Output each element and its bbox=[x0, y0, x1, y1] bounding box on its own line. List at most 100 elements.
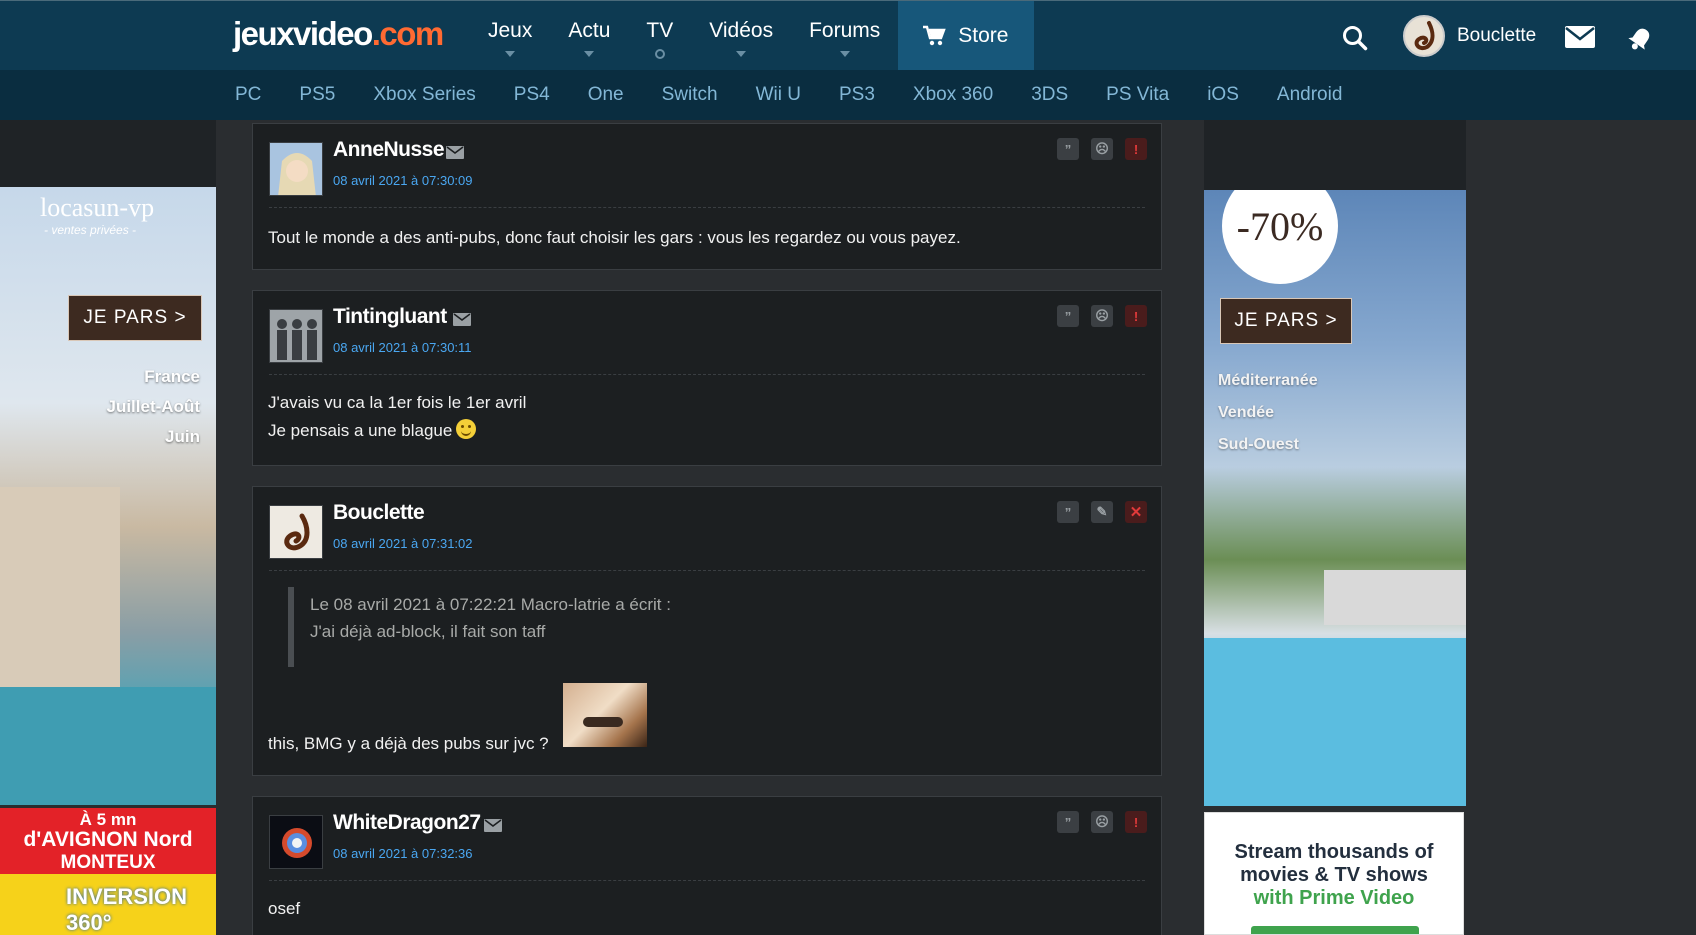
user-avatar[interactable] bbox=[1403, 15, 1445, 57]
report-user-button[interactable]: ☹ bbox=[1091, 305, 1113, 327]
nav-jeux[interactable]: Jeux bbox=[470, 1, 550, 71]
platform-android[interactable]: Android bbox=[1258, 84, 1362, 106]
platform-xbox-360[interactable]: Xbox 360 bbox=[894, 84, 1012, 106]
ad-text: d'AVIGNON Nord bbox=[23, 828, 193, 851]
ad-text: MONTEUX bbox=[60, 852, 156, 873]
platform-ps4[interactable]: PS4 bbox=[495, 84, 569, 106]
quote-button[interactable]: ” bbox=[1057, 501, 1079, 523]
ad-cta-button[interactable]: JE PARS > bbox=[1220, 298, 1352, 344]
silhouettes-avatar-icon bbox=[270, 310, 322, 362]
ad-banner-left[interactable]: locasun-vp - ventes privées - JE PARS > … bbox=[0, 187, 216, 805]
post-body: osef bbox=[268, 895, 300, 923]
nav-label: Vidéos bbox=[709, 19, 774, 42]
quote-button[interactable]: ” bbox=[1057, 811, 1079, 833]
alert-button[interactable]: ! bbox=[1125, 811, 1147, 833]
quote-header: Le 08 avril 2021 à 07:22:21 Macro-latrie… bbox=[310, 595, 671, 614]
nav-label: TV bbox=[646, 19, 674, 42]
post-author[interactable]: Tintingluant bbox=[333, 305, 447, 329]
mail-icon[interactable] bbox=[1564, 25, 1596, 49]
alert-button[interactable]: ! bbox=[1125, 138, 1147, 160]
ad-cta-button[interactable]: JE PARS > bbox=[68, 295, 202, 341]
nav-videos[interactable]: Vidéos bbox=[691, 1, 791, 71]
platform-3ds[interactable]: 3DS bbox=[1012, 84, 1087, 106]
ad-brand: locasun-vp bbox=[40, 193, 155, 222]
report-user-button[interactable]: ☹ bbox=[1091, 138, 1113, 160]
private-message-icon[interactable] bbox=[446, 146, 464, 159]
search-icon[interactable] bbox=[1342, 25, 1368, 51]
forum-post: Bouclette 08 avril 2021 à 07:31:02 ” ✎ ✕… bbox=[252, 486, 1162, 776]
post-avatar[interactable] bbox=[269, 142, 323, 196]
ad-cta-button[interactable] bbox=[1251, 926, 1419, 934]
alert-button[interactable]: ! bbox=[1125, 305, 1147, 327]
nav-label: Jeux bbox=[488, 19, 533, 42]
delete-button[interactable]: ✕ bbox=[1125, 501, 1147, 523]
ad-image-pool bbox=[1204, 638, 1466, 806]
forum-post: Tintingluant 08 avril 2021 à 07:30:11 ” … bbox=[252, 290, 1162, 466]
ad-text: Stream thousands of bbox=[1234, 841, 1434, 863]
edit-button[interactable]: ✎ bbox=[1091, 501, 1113, 523]
post-divider bbox=[269, 374, 1145, 375]
post-author[interactable]: WhiteDragon27 bbox=[333, 811, 481, 835]
notification-bell-icon[interactable] bbox=[1626, 25, 1654, 53]
post-avatar[interactable] bbox=[269, 815, 323, 869]
post-date[interactable]: 08 avril 2021 à 07:32:36 bbox=[333, 846, 473, 861]
platform-ps5[interactable]: PS5 bbox=[280, 84, 354, 106]
post-avatar[interactable] bbox=[269, 505, 323, 559]
post-text: Tout le monde a des anti-pubs, donc faut… bbox=[268, 228, 961, 247]
ad-location: Juillet-Août bbox=[106, 397, 201, 416]
report-user-button[interactable]: ☹ bbox=[1091, 811, 1113, 833]
post-text: osef bbox=[268, 899, 301, 918]
nav-forums[interactable]: Forums bbox=[791, 1, 898, 71]
live-dot-icon bbox=[654, 49, 665, 59]
ad-text: movies & TV shows bbox=[1240, 864, 1428, 886]
post-author[interactable]: AnneNusse bbox=[333, 138, 445, 162]
post-avatar[interactable] bbox=[269, 309, 323, 363]
platform-ps3[interactable]: PS3 bbox=[820, 84, 894, 106]
post-actions: ” ☹ ! bbox=[1057, 138, 1147, 160]
ad-tagline: - ventes privées - bbox=[44, 223, 137, 237]
post-author[interactable]: Bouclette bbox=[333, 501, 425, 525]
platform-subnav: PC PS5 Xbox Series PS4 One Switch Wii U … bbox=[0, 70, 1696, 120]
cart-icon bbox=[923, 25, 946, 46]
post-text-line: Je pensais a une blague bbox=[268, 417, 526, 445]
ad-discount-badge: -70% bbox=[1222, 190, 1338, 284]
platform-xbox-series[interactable]: Xbox Series bbox=[354, 84, 494, 106]
nav-actu[interactable]: Actu bbox=[550, 1, 628, 71]
platform-wii-u[interactable]: Wii U bbox=[737, 84, 820, 106]
post-actions: ” ✎ ✕ bbox=[1057, 501, 1147, 523]
site-logo[interactable]: jeuxvideo.com bbox=[233, 15, 444, 53]
post-body: Tout le monde a des anti-pubs, donc faut… bbox=[268, 224, 961, 252]
nav-store[interactable]: Store bbox=[898, 1, 1035, 71]
logo-text-main: jeuxvideo bbox=[233, 15, 373, 52]
ad-banner-prime-video[interactable]: Stream thousands of movies & TV shows wi… bbox=[1204, 812, 1464, 935]
post-date[interactable]: 08 avril 2021 à 07:30:11 bbox=[333, 340, 472, 355]
ad-image-pool bbox=[0, 687, 216, 805]
private-message-icon[interactable] bbox=[484, 819, 502, 832]
post-divider bbox=[269, 880, 1145, 881]
ad-banner-left-bottom[interactable]: À 5 mn d'AVIGNON Nord MONTEUX INVERSION … bbox=[0, 808, 216, 935]
nebula-avatar-icon bbox=[270, 816, 322, 868]
ad-location: Sud-Ouest bbox=[1218, 436, 1299, 453]
ad-text: INVERSION 360° bbox=[0, 874, 216, 935]
post-divider bbox=[269, 570, 1145, 571]
username[interactable]: Bouclette bbox=[1457, 25, 1536, 47]
quote-button[interactable]: ” bbox=[1057, 138, 1079, 160]
private-message-icon[interactable] bbox=[453, 313, 471, 326]
post-actions: ” ☹ ! bbox=[1057, 811, 1147, 833]
ad-location: Méditerranée bbox=[1218, 372, 1318, 389]
chevron-down-icon bbox=[505, 51, 516, 57]
platform-ios[interactable]: iOS bbox=[1188, 84, 1258, 106]
platform-one[interactable]: One bbox=[569, 84, 643, 106]
nav-label: Actu bbox=[568, 19, 611, 42]
ad-banner-right[interactable]: -70% JE PARS > Méditerranée Vendée Sud-O… bbox=[1204, 190, 1466, 806]
nav-tv[interactable]: TV bbox=[628, 1, 691, 71]
platform-switch[interactable]: Switch bbox=[643, 84, 737, 106]
curl-avatar-icon bbox=[270, 506, 322, 558]
post-date[interactable]: 08 avril 2021 à 07:31:02 bbox=[333, 536, 473, 551]
platform-pc[interactable]: PC bbox=[216, 84, 280, 106]
platform-ps-vita[interactable]: PS Vita bbox=[1087, 84, 1188, 106]
post-date[interactable]: 08 avril 2021 à 07:30:09 bbox=[333, 173, 473, 188]
quote-button[interactable]: ” bbox=[1057, 305, 1079, 327]
post-body: J'avais vu ca la 1er fois le 1er avril J… bbox=[268, 389, 526, 445]
chevron-down-icon bbox=[584, 51, 595, 57]
